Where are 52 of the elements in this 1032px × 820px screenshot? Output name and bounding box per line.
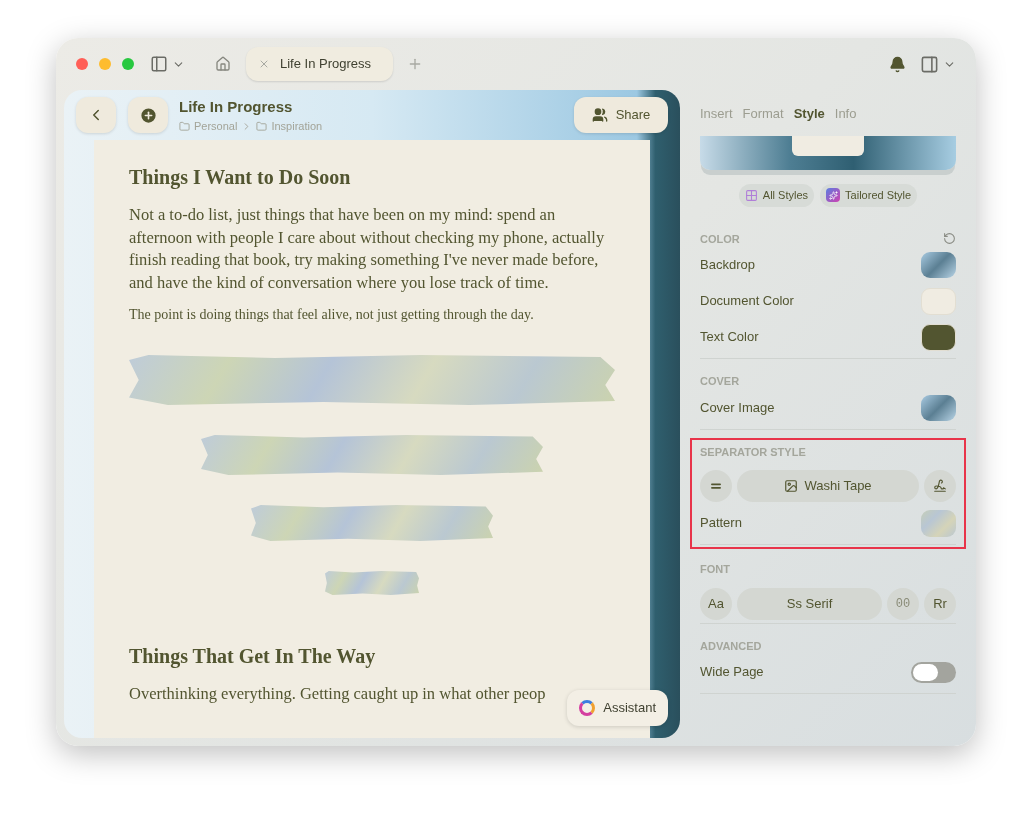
zoom-window-button[interactable] [122, 58, 134, 70]
note-paragraph: The point is doing things that feel alive, not just getting through the day. [129, 306, 535, 324]
all-styles-button[interactable]: All Styles [738, 183, 815, 207]
folder-icon [179, 120, 190, 132]
body-paragraph: Overthinking everything. Getting caught up in what other peop [129, 683, 547, 705]
share-button[interactable]: Share [574, 97, 668, 133]
sidebar-toggle-icon[interactable] [150, 55, 168, 73]
add-button[interactable] [128, 97, 168, 133]
home-icon[interactable] [215, 56, 231, 72]
section-label: SEPARATOR STYLE [700, 444, 806, 460]
assistant-ring-icon [579, 700, 596, 716]
toggle-switch[interactable] [911, 661, 956, 683]
lines-button[interactable] [700, 470, 732, 502]
photo-thumbnail[interactable] [921, 394, 956, 421]
pattern-thumbnail[interactable] [921, 509, 956, 537]
section-heading: Things I Want to Do Soon [129, 165, 352, 191]
people-icon [591, 107, 608, 123]
photo-thumbnail[interactable] [921, 252, 956, 278]
style-picker-button[interactable]: Washi Tape [737, 470, 919, 502]
assistant-button[interactable]: Assistant [567, 690, 668, 726]
document-title: Life In Progress [179, 96, 294, 117]
row-label: Document Color [700, 292, 794, 311]
notification-bell-icon[interactable] [889, 55, 906, 73]
section-label: COVER [700, 374, 740, 389]
section-heading: Things That Get In The Way [129, 644, 377, 670]
font-option-button[interactable]: Aa [700, 587, 732, 620]
close-window-button[interactable] [76, 58, 88, 70]
inspector-toggle-icon[interactable] [920, 54, 939, 74]
image-icon [784, 479, 799, 493]
font-picker-button[interactable]: Ss Serif [737, 587, 882, 620]
plus-circle-icon [138, 105, 158, 125]
body-paragraph: Not a to-do list, just things that have been on my mind: spend an afternoon with people I care about without checking my phone, actually finish reading that book, try making something I've never made before, and have the kind of conversation where you lose track of time. [129, 204, 606, 294]
reset-icon[interactable] [943, 232, 956, 246]
section-label: COLOR [700, 231, 740, 247]
inspector-tab[interactable]: Style [793, 104, 825, 124]
grid-icon [744, 188, 758, 202]
row-label: Pattern [700, 514, 742, 533]
sparkle-app-icon [826, 188, 841, 202]
document-tab[interactable]: Life In Progress [246, 47, 394, 81]
section-label: ADVANCED [700, 638, 762, 654]
signature-button[interactable] [924, 470, 956, 502]
font-option-button[interactable]: Rr [924, 587, 956, 620]
row-label: Cover Image [700, 398, 775, 417]
section-label: FONT [700, 562, 730, 577]
row-label: Wide Page [700, 663, 764, 682]
close-tab-icon[interactable] [258, 58, 270, 70]
color-swatch[interactable] [921, 323, 956, 351]
tailored-style-button[interactable]: Tailored Style [820, 183, 918, 207]
row-label: Backdrop [700, 256, 755, 275]
row-label: Text Color [700, 328, 759, 347]
folder-icon [256, 120, 268, 132]
signature-icon [933, 479, 947, 493]
